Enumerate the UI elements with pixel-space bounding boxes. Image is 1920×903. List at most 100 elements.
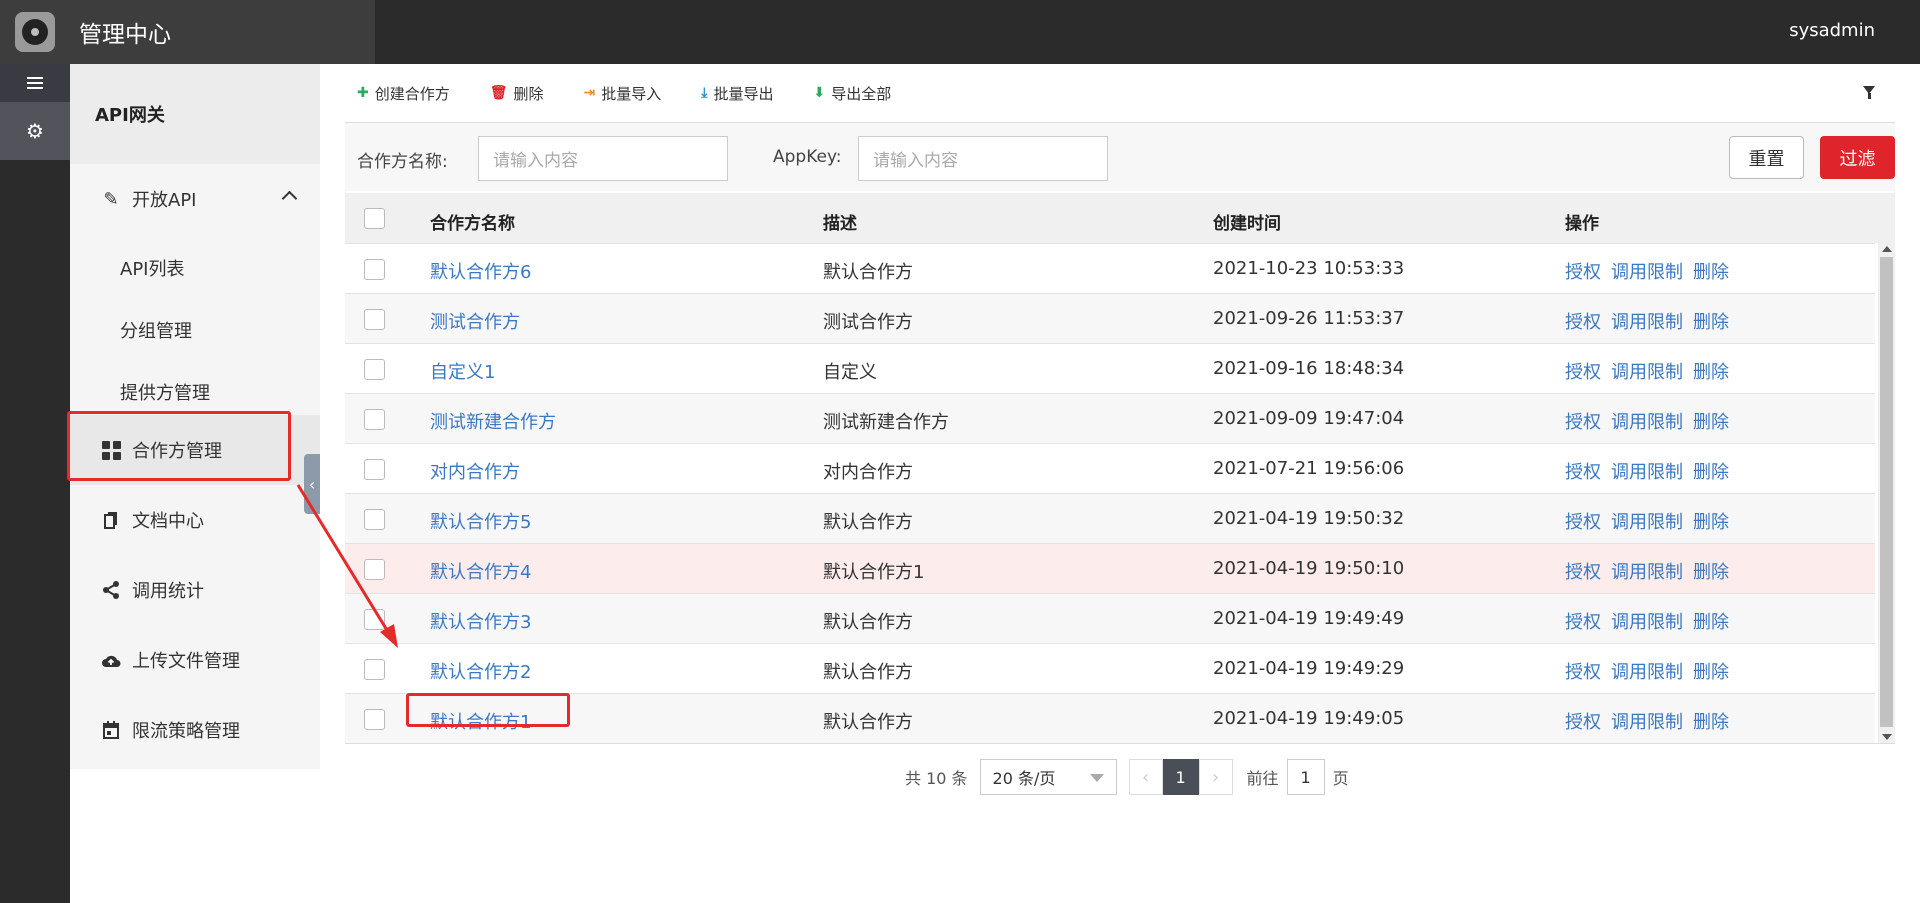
partner-name-link[interactable]: 测试新建合作方 [430, 408, 556, 434]
call-limit-link[interactable]: 调用限制 [1611, 462, 1683, 483]
row-checkbox[interactable] [364, 509, 385, 530]
partner-name-link[interactable]: 默认合作方2 [430, 658, 531, 684]
appkey-input[interactable]: 请输入内容 [858, 136, 1108, 181]
table-row[interactable]: 自定义1 自定义 2021-09-16 18:48:34 授权 调用限制 删除 [345, 343, 1875, 393]
create-partner-button[interactable]: ✚ 创建合作方 [357, 83, 450, 104]
column-header-desc[interactable]: 描述 [823, 209, 857, 234]
delete-link[interactable]: 删除 [1693, 712, 1729, 733]
table-row[interactable]: 默认合作方2 默认合作方 2021-04-19 19:49:29 授权 调用限制 删除 [345, 643, 1875, 693]
authorize-link[interactable]: 授权 [1565, 462, 1601, 483]
column-header-time[interactable]: 创建时间 [1213, 209, 1281, 234]
partner-name-link[interactable]: 默认合作方5 [430, 508, 531, 534]
authorize-link[interactable]: 授权 [1565, 612, 1601, 633]
delete-link[interactable]: 删除 [1693, 312, 1729, 333]
table-row[interactable]: 对内合作方 对内合作方 2021-07-21 19:56:06 授权 调用限制 删除 [345, 443, 1875, 493]
column-header-name[interactable]: 合作方名称 [430, 209, 515, 234]
submenu-group-manage[interactable]: 分组管理 [120, 317, 192, 343]
menu-open-api[interactable]: ✎ 开放API [70, 181, 320, 217]
row-checkbox[interactable] [364, 609, 385, 630]
call-limit-link[interactable]: 调用限制 [1611, 712, 1683, 733]
authorize-link[interactable]: 授权 [1565, 362, 1601, 383]
partner-name-link[interactable]: 默认合作方4 [430, 558, 531, 584]
row-checkbox[interactable] [364, 259, 385, 280]
batch-export-button[interactable]: ⤓ 批量导出 [701, 83, 773, 104]
table-row[interactable]: 默认合作方4 默认合作方1 2021-04-19 19:50:10 授权 调用限制 删除 [345, 543, 1875, 593]
partner-name-link[interactable]: 默认合作方3 [430, 608, 531, 634]
call-limit-link[interactable]: 调用限制 [1611, 262, 1683, 283]
pagination: 共 10 条 20 条/页 ‹ 1 › 前往 1 页 [905, 758, 1349, 796]
partner-desc: 默认合作方1 [823, 562, 925, 583]
row-checkbox[interactable] [364, 359, 385, 380]
call-limit-link[interactable]: 调用限制 [1611, 662, 1683, 683]
scroll-down-icon[interactable] [1882, 734, 1892, 740]
table-row[interactable]: 默认合作方3 默认合作方 2021-04-19 19:49:49 授权 调用限制 删除 [345, 593, 1875, 643]
filter-button[interactable]: 过滤 [1820, 136, 1895, 179]
row-checkbox[interactable] [364, 709, 385, 730]
select-all-checkbox[interactable] [364, 208, 385, 229]
delete-link[interactable]: 删除 [1693, 462, 1729, 483]
table-row[interactable]: 默认合作方1 默认合作方 2021-04-19 19:49:05 授权 调用限制 删除 [345, 693, 1875, 743]
scroll-thumb[interactable] [1880, 257, 1893, 727]
menu-call-stats[interactable]: 调用统计 [70, 560, 320, 620]
row-checkbox[interactable] [364, 659, 385, 680]
partner-name-link[interactable]: 自定义1 [430, 358, 495, 384]
menu-doc-center[interactable]: 文档中心 [70, 490, 320, 550]
gear-icon[interactable]: ⚙ [0, 102, 70, 160]
user-name[interactable]: sysadmin [1789, 20, 1875, 41]
submenu-api-list[interactable]: API列表 [120, 255, 184, 281]
authorize-link[interactable]: 授权 [1565, 712, 1601, 733]
authorize-link[interactable]: 授权 [1565, 562, 1601, 583]
menu-upload-files[interactable]: 上传文件管理 [70, 630, 320, 690]
delete-link[interactable]: 删除 [1693, 362, 1729, 383]
row-checkbox[interactable] [364, 409, 385, 430]
delete-link[interactable]: 删除 [1693, 512, 1729, 533]
partner-name-input[interactable]: 请输入内容 [478, 136, 728, 181]
page-suffix: 页 [1332, 769, 1349, 788]
delete-link[interactable]: 删除 [1693, 562, 1729, 583]
authorize-link[interactable]: 授权 [1565, 412, 1601, 433]
delete-button[interactable]: 🗑 删除 [490, 83, 544, 104]
partner-desc: 默认合作方 [823, 712, 913, 733]
page-number-current[interactable]: 1 [1162, 759, 1199, 795]
export-all-button[interactable]: ⬇ 导出全部 [814, 83, 892, 104]
filter-icon[interactable] [1863, 86, 1875, 99]
row-checkbox[interactable] [364, 559, 385, 580]
collapse-sidebar-button[interactable]: ‹ [304, 454, 320, 514]
delete-link[interactable]: 删除 [1693, 662, 1729, 683]
table-row[interactable]: 默认合作方5 默认合作方 2021-04-19 19:50:32 授权 调用限制 删除 [345, 493, 1875, 543]
partner-name-link[interactable]: 对内合作方 [430, 458, 520, 484]
row-checkbox[interactable] [364, 459, 385, 480]
call-limit-link[interactable]: 调用限制 [1611, 412, 1683, 433]
authorize-link[interactable]: 授权 [1565, 262, 1601, 283]
authorize-link[interactable]: 授权 [1565, 512, 1601, 533]
page-size-select[interactable]: 20 条/页 [979, 759, 1117, 795]
batch-import-button[interactable]: ⇥ 批量导入 [584, 83, 662, 104]
reset-button[interactable]: 重置 [1729, 136, 1804, 179]
prev-page-button[interactable]: ‹ [1128, 759, 1163, 795]
partner-name-link[interactable]: 测试合作方 [430, 308, 520, 334]
table-row[interactable]: 测试合作方 测试合作方 2021-09-26 11:53:37 授权 调用限制 删除 [345, 293, 1875, 343]
table-row[interactable]: 默认合作方6 默认合作方 2021-10-23 10:53:33 授权 调用限制 删除 [345, 243, 1875, 293]
delete-link[interactable]: 删除 [1693, 262, 1729, 283]
scroll-up-icon[interactable] [1882, 246, 1892, 252]
row-checkbox[interactable] [364, 309, 385, 330]
delete-link[interactable]: 删除 [1693, 612, 1729, 633]
hamburger-menu-icon[interactable] [0, 64, 70, 102]
call-limit-link[interactable]: 调用限制 [1611, 562, 1683, 583]
call-limit-link[interactable]: 调用限制 [1611, 512, 1683, 533]
next-page-button[interactable]: › [1198, 759, 1233, 795]
authorize-link[interactable]: 授权 [1565, 662, 1601, 683]
menu-rate-limit[interactable]: 限流策略管理 [70, 700, 320, 760]
call-limit-link[interactable]: 调用限制 [1611, 362, 1683, 383]
goto-page-input[interactable]: 1 [1286, 759, 1325, 795]
table-row[interactable]: 测试新建合作方 测试新建合作方 2021-09-09 19:47:04 授权 调用限制删… [345, 393, 1875, 443]
partner-name-link[interactable]: 默认合作方6 [430, 258, 531, 284]
arrow-down-icon: ⬇ [813, 85, 826, 101]
submenu-provider-manage[interactable]: 提供方管理 [120, 379, 210, 405]
call-limit-link[interactable]: 调用限制 [1611, 312, 1683, 333]
table-scrollbar[interactable] [1878, 243, 1895, 743]
call-limit-link[interactable]: 调用限制 [1611, 612, 1683, 633]
export-all-label: 导出全部 [831, 84, 892, 103]
authorize-link[interactable]: 授权 [1565, 312, 1601, 333]
delete-link[interactable]: 删除 [1693, 412, 1729, 433]
